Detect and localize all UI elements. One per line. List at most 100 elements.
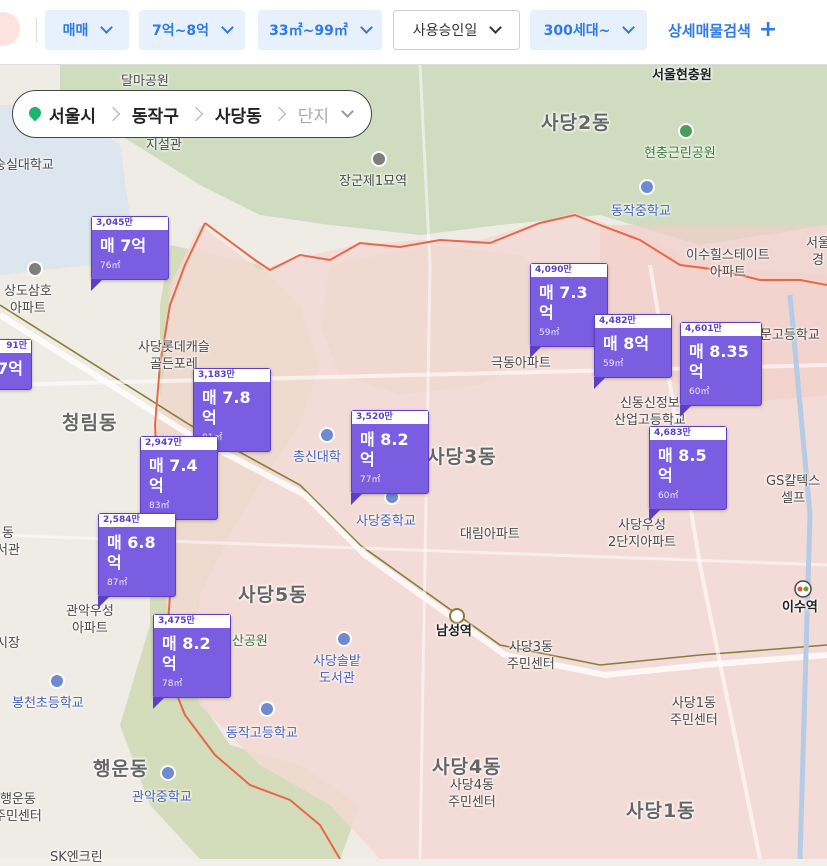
price-marker[interactable]: 4,683만 매 8.5억 60㎡ bbox=[649, 426, 727, 521]
map-label-sadang1: 사당1동 bbox=[626, 800, 696, 822]
breadcrumb-complex[interactable]: 단지 bbox=[298, 102, 329, 127]
households-label: 300세대~ bbox=[543, 23, 611, 39]
marker-tail bbox=[649, 509, 661, 521]
map-label-seoul-hyunchung: 서울현충원 bbox=[652, 68, 712, 83]
marker-tail bbox=[680, 405, 692, 417]
price-marker[interactable]: 4,601만 매 8.35억 60㎡ bbox=[680, 322, 762, 417]
school-pin-icon bbox=[160, 765, 176, 781]
chevron-down-icon bbox=[100, 21, 114, 34]
price-marker[interactable]: 3,045만 매 7억 76㎡ bbox=[91, 216, 169, 291]
map-label-jisul: 지설관 bbox=[146, 138, 182, 153]
price-per-area: 3,475만 bbox=[154, 615, 230, 628]
unit-size: 87㎡ bbox=[107, 578, 128, 588]
sale-price: 매 7.4억 bbox=[149, 456, 198, 495]
school-pin-icon bbox=[319, 427, 335, 443]
chevron-right-icon bbox=[188, 106, 203, 122]
detail-search-button[interactable]: 상세매물검색 + bbox=[668, 10, 777, 50]
divider bbox=[36, 18, 37, 42]
map-label-sadang-ms: 사당중학교 bbox=[356, 514, 416, 529]
map-label-sadang-usung: 사당우성 2단지아파트 bbox=[608, 518, 677, 550]
price-per-area: 3,183만 bbox=[194, 369, 270, 382]
map-label-janggunje: 장군제1묘역 bbox=[339, 174, 408, 189]
sale-price: 매 8.2억 bbox=[360, 430, 409, 469]
price-marker[interactable]: 91만 7억 bbox=[0, 339, 32, 390]
marker-tail bbox=[351, 493, 363, 505]
price-per-area: 91만 bbox=[0, 340, 31, 353]
map-label-sindong-school: 신동신정보 산업고등학교 bbox=[614, 396, 686, 428]
map-label-sungsil: 숭실대학교 bbox=[0, 158, 54, 173]
area-label: 33㎡~99㎡ bbox=[269, 23, 348, 39]
marker-tail bbox=[530, 346, 542, 358]
breadcrumb-district[interactable]: 동작구 bbox=[132, 102, 179, 127]
marker-tail bbox=[594, 377, 606, 389]
map-label-bongcheon: 봉천초등학교 bbox=[12, 696, 84, 711]
price-marker[interactable]: 4,482만 매 8억 59㎡ bbox=[594, 314, 672, 389]
sale-price: 매 8.2억 bbox=[162, 634, 211, 673]
unit-size: 78㎡ bbox=[162, 679, 183, 689]
map-label-sadang5: 사당5동 bbox=[238, 584, 308, 606]
map-label-haengun-center: 행운동 주민센터 bbox=[0, 792, 42, 824]
map-label-namseong: 남성역 bbox=[436, 624, 472, 639]
map-label-sadang3: 사당3동 bbox=[427, 446, 497, 468]
map-label-dalma: 달마공원 bbox=[121, 74, 169, 89]
map-label-cheongnim: 청림동 bbox=[62, 412, 118, 434]
chevron-right-icon bbox=[271, 106, 286, 122]
chevron-down-icon bbox=[622, 21, 636, 34]
chevron-right-icon bbox=[105, 106, 120, 122]
landmark-pin-icon bbox=[371, 151, 387, 167]
chevron-down-icon bbox=[221, 21, 234, 34]
map-label-chongshin: 총신대학 bbox=[293, 450, 341, 465]
map-label-sk: SK엔크린 bbox=[50, 850, 103, 865]
map-label-gwanak-ms: 관악중학교 bbox=[132, 790, 192, 805]
chevron-down-icon bbox=[489, 21, 503, 34]
map-label-sadang4: 사당4동 주민센터 bbox=[448, 778, 496, 810]
unit-size bbox=[0, 379, 31, 389]
map-canvas[interactable]: 달마공원 서울현충원 사당2동 현충근린공원 지설관 숭실대학교 장군제1묘역 … bbox=[0, 65, 827, 865]
school-pin-icon bbox=[259, 701, 275, 717]
approval-filter[interactable]: 사용승인일 bbox=[393, 10, 520, 50]
price-filter[interactable]: 7억~8억 bbox=[139, 10, 245, 50]
map-label-seoul-right: 서울 경 bbox=[806, 236, 827, 268]
map-label-dongjak-ms: 동작중학교 bbox=[611, 204, 671, 219]
school-pin-icon bbox=[639, 179, 655, 195]
unit-size: 59㎡ bbox=[603, 359, 624, 369]
marker-tail bbox=[91, 279, 103, 291]
map-label-gwanak-usung: 관악우성 아파트 bbox=[66, 604, 114, 636]
avatar[interactable] bbox=[0, 12, 20, 46]
price-per-area: 2,947만 bbox=[141, 437, 217, 450]
unit-size: 76㎡ bbox=[100, 261, 121, 271]
unit-size: 77㎡ bbox=[360, 475, 381, 485]
price-per-area: 2,584만 bbox=[99, 514, 175, 527]
price-marker[interactable]: 2,584만 매 6.8억 87㎡ bbox=[98, 513, 176, 608]
marker-tail bbox=[153, 697, 165, 709]
price-per-area: 4,683만 bbox=[650, 427, 726, 440]
price-marker[interactable]: 3,475만 매 8.2억 78㎡ bbox=[153, 614, 231, 709]
sale-price: 7억 bbox=[0, 359, 23, 378]
chevron-down-icon bbox=[359, 21, 373, 34]
breadcrumb-dong[interactable]: 사당동 bbox=[215, 102, 262, 127]
map-label-sadang3-center: 사당3동 주민센터 bbox=[507, 640, 555, 672]
area-filter[interactable]: 33㎡~99㎡ bbox=[258, 10, 382, 50]
map-label-isu-hillstate: 이수힐스테이트 아파트 bbox=[686, 248, 770, 280]
map-label-sadang-library: 사당솔밭 도서관 bbox=[313, 654, 361, 686]
households-filter[interactable]: 300세대~ bbox=[530, 10, 647, 50]
plus-icon: + bbox=[758, 17, 778, 42]
location-pin-icon bbox=[26, 104, 44, 122]
breadcrumb-city[interactable]: 서울시 bbox=[49, 102, 96, 127]
park-pin-icon bbox=[678, 123, 694, 139]
map-label-sadang4-area: 사당4동 bbox=[432, 756, 502, 778]
deal-type-filter[interactable]: 매매 bbox=[45, 10, 129, 50]
detail-search-label: 상세매물검색 bbox=[668, 21, 751, 40]
map-label-dongjak-hs: 동작고등학교 bbox=[226, 726, 298, 741]
chevron-down-icon bbox=[341, 105, 354, 118]
apartment-pin-icon bbox=[27, 261, 43, 277]
map-label-hyunchung-park: 현충근린공원 bbox=[644, 146, 716, 161]
approval-label: 사용승인일 bbox=[412, 23, 478, 39]
price-per-area: 3,520만 bbox=[352, 411, 428, 424]
price-marker[interactable]: 2,947만 매 7.4억 83㎡ bbox=[140, 436, 218, 531]
sale-price: 매 7억 bbox=[100, 236, 147, 255]
price-marker[interactable]: 3,520만 매 8.2억 77㎡ bbox=[351, 410, 429, 505]
sale-price: 매 8.5억 bbox=[658, 446, 707, 485]
price-label: 7억~8억 bbox=[152, 23, 209, 39]
unit-size: 60㎡ bbox=[658, 491, 679, 501]
